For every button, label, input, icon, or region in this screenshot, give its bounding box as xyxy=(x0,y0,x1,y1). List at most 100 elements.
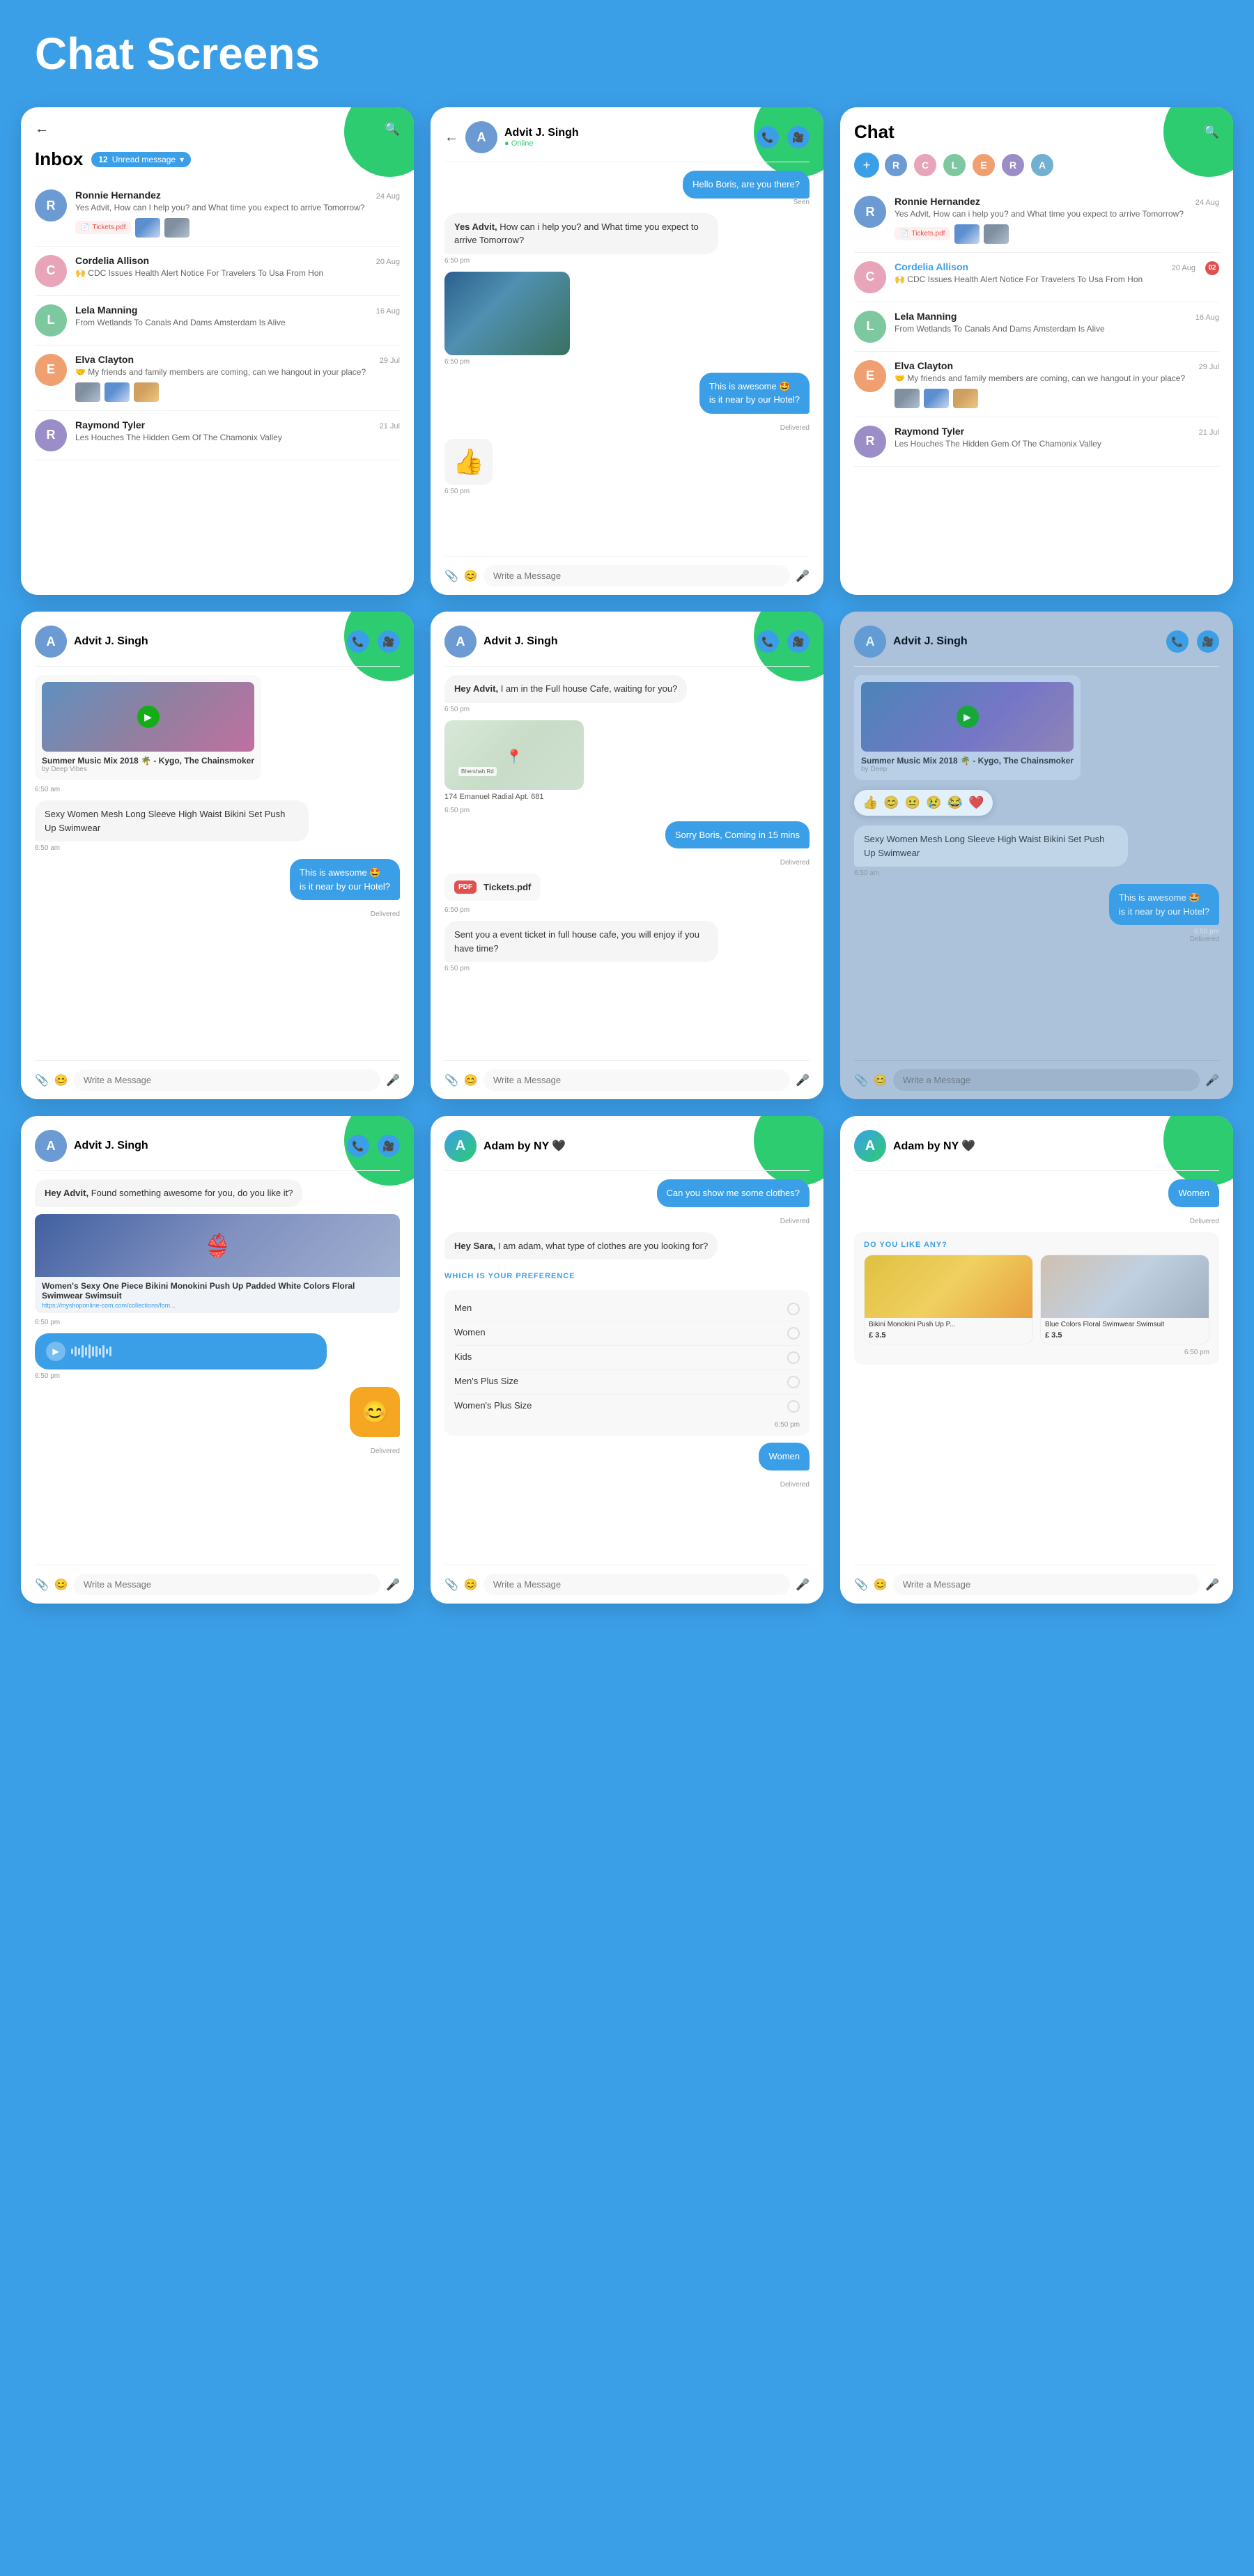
avatar: A xyxy=(465,121,497,153)
audio-message[interactable]: ▶ xyxy=(35,1333,327,1370)
emoji-icon[interactable]: 😊 xyxy=(54,1578,68,1592)
option-kids[interactable]: Kids xyxy=(454,1346,800,1370)
list-item[interactable]: R Raymond Tyler21 Jul Les Houches The Hi… xyxy=(854,417,1219,467)
list-item[interactable]: L Lela Manning16 Aug From Wetlands To Ca… xyxy=(35,296,400,346)
option-womens-plus[interactable]: Women's Plus Size xyxy=(454,1395,800,1418)
map-bubble[interactable]: 📍 Bhershah Rd xyxy=(444,720,584,790)
message-music: ▶ Summer Music Mix 2018 🌴 - Kygo, The Ch… xyxy=(854,675,1219,783)
list-item[interactable]: R Ronnie Hernandez24 Aug Yes Advit, How … xyxy=(854,187,1219,253)
back-icon[interactable]: ← xyxy=(35,121,49,137)
message-input[interactable] xyxy=(893,1574,1200,1595)
attach-icon[interactable]: 📎 xyxy=(35,1073,49,1087)
attachment-image xyxy=(134,382,159,402)
emoji-icon[interactable]: 😊 xyxy=(464,1073,478,1087)
attach-icon[interactable]: 📎 xyxy=(444,1578,458,1592)
audio-play-button[interactable]: ▶ xyxy=(46,1342,65,1361)
attach-icon[interactable]: 📎 xyxy=(35,1578,49,1592)
message-image: 6:50 pm xyxy=(444,272,810,366)
search-icon[interactable]: 🔍 xyxy=(1204,125,1219,139)
unread-badge[interactable]: 12 Unread message ▾ xyxy=(91,152,191,167)
avatar-small[interactable]: R xyxy=(883,153,908,178)
microphone-icon[interactable]: 🎤 xyxy=(1205,1578,1219,1592)
chatbot-label: WHICH IS YOUR PREFERENCE xyxy=(444,1272,810,1280)
reaction-smile[interactable]: 😊 xyxy=(883,796,899,810)
back-icon[interactable]: ← xyxy=(444,130,458,146)
list-item[interactable]: E Elva Clayton29 Jul 🤝 My friends and fa… xyxy=(35,346,400,411)
screen-chat-product: A Advit J. Singh 📞 🎥 Hey Advit, Found so… xyxy=(21,1116,414,1604)
emoji-icon[interactable]: 😊 xyxy=(874,1073,888,1087)
product-link[interactable]: 👙 Women's Sexy One Piece Bikini Monokini… xyxy=(35,1214,400,1313)
call-button[interactable]: 📞 xyxy=(757,126,779,148)
play-button[interactable]: ▶ xyxy=(957,706,979,728)
music-card[interactable]: ▶ Summer Music Mix 2018 🌴 - Kygo, The Ch… xyxy=(854,675,1081,780)
call-button[interactable]: 📞 xyxy=(757,630,779,653)
message-input[interactable] xyxy=(74,1069,380,1091)
chat-header: A Advit J. Singh 📞 🎥 xyxy=(35,626,400,667)
attach-icon[interactable]: 📎 xyxy=(854,1578,868,1592)
product-card[interactable]: Blue Colors Floral Swimwear Swimsuit £ 3… xyxy=(1040,1255,1209,1344)
microphone-icon[interactable]: 🎤 xyxy=(386,1578,400,1592)
option-men[interactable]: Men xyxy=(454,1297,800,1321)
screen-chatbot-select: A Adam by NY 🖤 Can you show me some clot… xyxy=(431,1116,823,1604)
search-icon[interactable]: 🔍 xyxy=(385,122,400,137)
option-women[interactable]: Women xyxy=(454,1321,800,1346)
message-sent: Women 6:50 pm Delivered xyxy=(444,1443,810,1489)
emoji-icon[interactable]: 😊 xyxy=(874,1578,888,1592)
emoji-icon[interactable]: 😊 xyxy=(54,1073,68,1087)
microphone-icon[interactable]: 🎤 xyxy=(796,1578,810,1592)
message-input[interactable] xyxy=(893,1069,1200,1091)
avatar-small[interactable]: L xyxy=(942,153,967,178)
attach-icon[interactable]: 📎 xyxy=(854,1073,868,1087)
reaction-sad[interactable]: 😢 xyxy=(926,796,941,810)
play-button[interactable]: ▶ xyxy=(137,706,160,728)
messages-area: ▶ Summer Music Mix 2018 🌴 - Kygo, The Ch… xyxy=(35,667,400,926)
list-item[interactable]: R Raymond Tyler21 Jul Les Houches The Hi… xyxy=(35,411,400,460)
reaction-bar[interactable]: 👍 😊 😐 😢 😂 ❤️ xyxy=(854,790,993,816)
message-file: PDF Tickets.pdf 6:50 pm xyxy=(444,874,810,914)
call-button[interactable]: 📞 xyxy=(347,630,369,653)
chat-header: ← A Advit J. Singh ● Online 📞 🎥 xyxy=(444,121,810,162)
video-button[interactable]: 🎥 xyxy=(378,1135,400,1157)
contact-name: Cordelia Allison xyxy=(75,255,149,266)
message-input[interactable] xyxy=(74,1574,380,1595)
list-item[interactable]: R Ronnie Hernandez24 Aug Yes Advit, How … xyxy=(35,181,400,247)
avatar-small[interactable]: A xyxy=(1030,153,1055,178)
video-button[interactable]: 🎥 xyxy=(1197,630,1219,653)
message-received: Sexy Women Mesh Long Sleeve High Waist B… xyxy=(35,800,400,852)
microphone-icon[interactable]: 🎤 xyxy=(1205,1073,1219,1087)
avatar-small[interactable]: C xyxy=(913,153,938,178)
reaction-laugh[interactable]: 😂 xyxy=(947,796,963,810)
message-input[interactable] xyxy=(483,1069,790,1091)
reaction-thumbs-up[interactable]: 👍 xyxy=(862,796,878,810)
add-contact-button[interactable]: + xyxy=(854,153,879,178)
screen-chat-reactions: A Advit J. Singh 📞 🎥 ▶ Summer Music Mix … xyxy=(840,612,1233,1099)
microphone-icon[interactable]: 🎤 xyxy=(796,569,810,583)
emoji-icon[interactable]: 😊 xyxy=(464,569,478,583)
emoji-icon[interactable]: 😊 xyxy=(464,1578,478,1592)
message-input[interactable] xyxy=(483,565,790,587)
video-button[interactable]: 🎥 xyxy=(787,126,810,148)
list-item[interactable]: E Elva Clayton29 Jul 🤝 My friends and fa… xyxy=(854,352,1219,417)
music-card[interactable]: ▶ Summer Music Mix 2018 🌴 - Kygo, The Ch… xyxy=(35,675,261,780)
message-input[interactable] xyxy=(483,1574,790,1595)
list-item[interactable]: L Lela Manning16 Aug From Wetlands To Ca… xyxy=(854,302,1219,352)
list-item[interactable]: C Cordelia Allison20 Aug 🙌 CDC Issues He… xyxy=(35,247,400,296)
microphone-icon[interactable]: 🎤 xyxy=(386,1073,400,1087)
attachment-file: 📄 Tickets.pdf xyxy=(75,221,131,234)
attach-icon[interactable]: 📎 xyxy=(444,569,458,583)
option-mens-plus[interactable]: Men's Plus Size xyxy=(454,1370,800,1395)
product-card[interactable]: Bikini Monokini Push Up P... £ 3.5 xyxy=(864,1255,1033,1344)
call-button[interactable]: 📞 xyxy=(347,1135,369,1157)
avatar-small[interactable]: R xyxy=(1000,153,1025,178)
avatar-small[interactable]: E xyxy=(971,153,996,178)
message-sent: This is awesome 🤩is it near by our Hotel… xyxy=(854,884,1219,943)
attach-icon[interactable]: 📎 xyxy=(444,1073,458,1087)
reaction-neutral[interactable]: 😐 xyxy=(905,796,920,810)
microphone-icon[interactable]: 🎤 xyxy=(796,1073,810,1087)
video-button[interactable]: 🎥 xyxy=(378,630,400,653)
call-button[interactable]: 📞 xyxy=(1166,630,1189,653)
video-button[interactable]: 🎥 xyxy=(787,630,810,653)
list-item[interactable]: C Cordelia Allison20 Aug 🙌 CDC Issues He… xyxy=(854,253,1219,302)
reaction-heart[interactable]: ❤️ xyxy=(968,796,984,810)
ticket-file[interactable]: PDF Tickets.pdf xyxy=(444,874,541,901)
